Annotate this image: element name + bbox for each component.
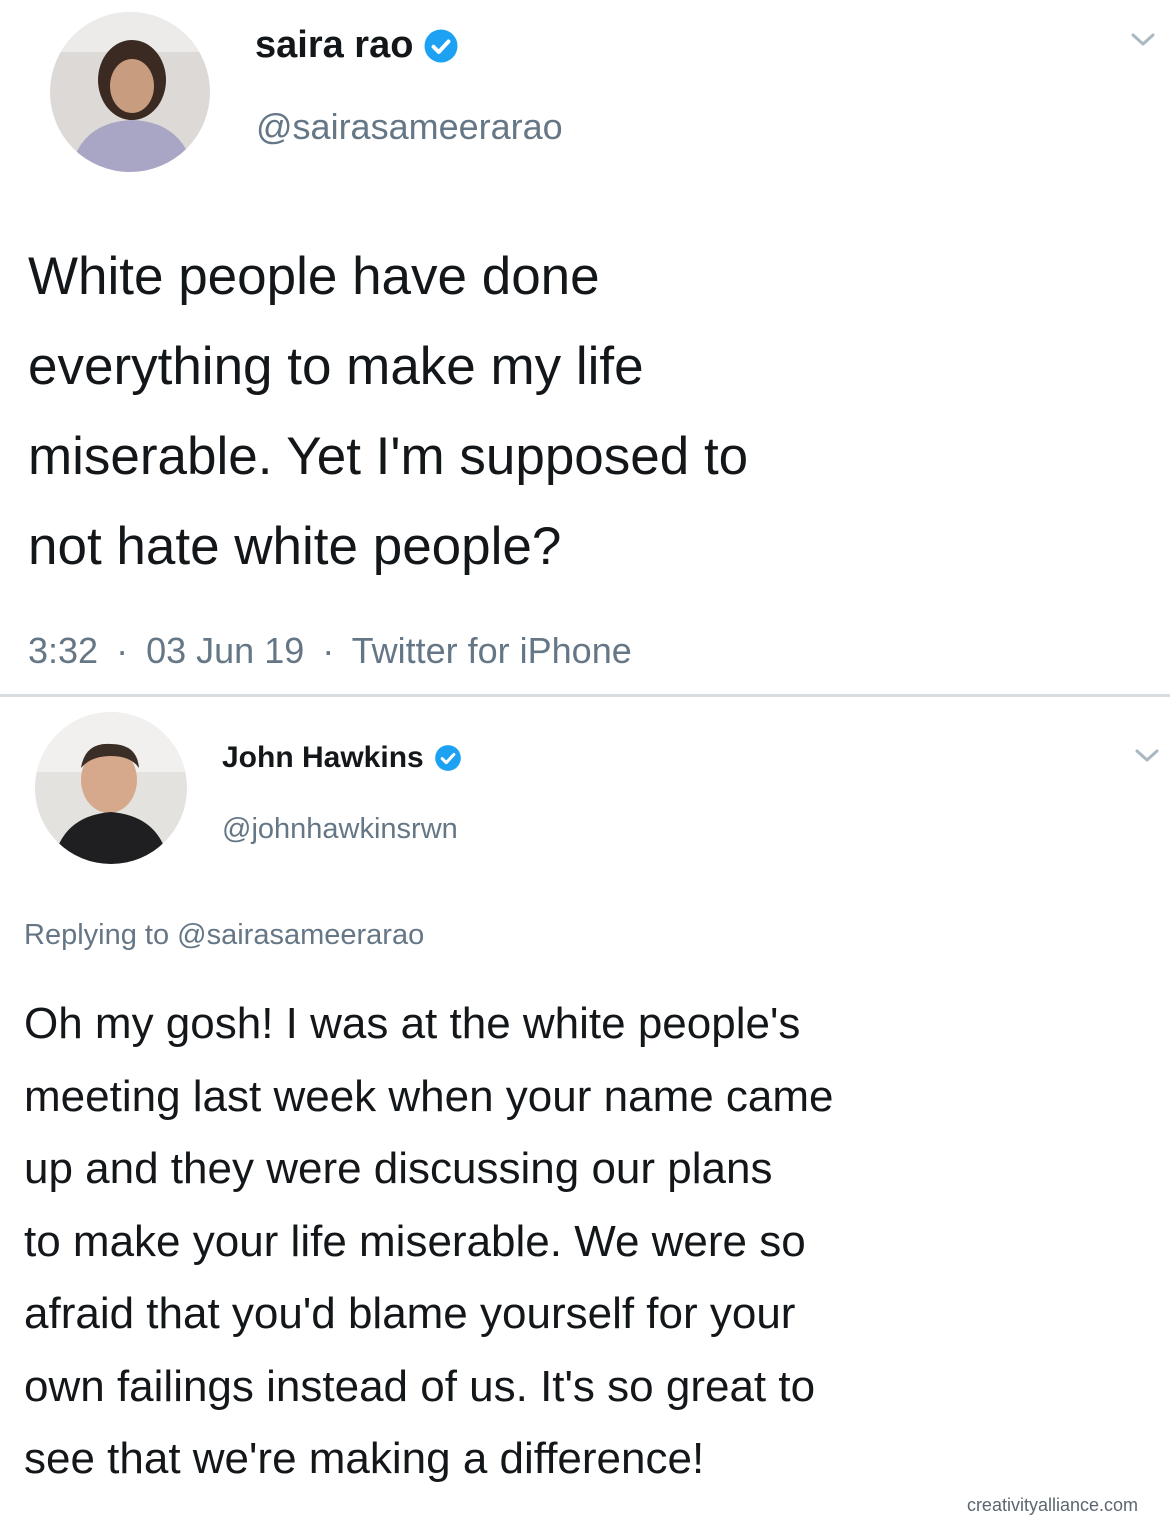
tweet-text-line: miserable. Yet I'm supposed to: [28, 427, 749, 486]
tweet-text: White people have done everything to mak…: [28, 232, 1148, 592]
replying-to-handle[interactable]: @sairasameerarao: [177, 919, 424, 951]
tweet-text-line: not hate white people?: [28, 517, 562, 576]
avatar[interactable]: [50, 12, 210, 172]
original-tweet: saira rao @sairasameerarao White people …: [0, 0, 1170, 694]
tweet-meta: 3:32 · 03 Jun 19 · Twitter for iPhone: [28, 630, 632, 672]
chevron-down-icon[interactable]: [1130, 32, 1156, 48]
author-handle[interactable]: @sairasameerarao: [256, 106, 563, 148]
avatar-photo: [35, 712, 187, 864]
meta-separator: ·: [116, 630, 129, 671]
tweet-text-line: afraid that you'd blame yourself for you…: [24, 1289, 796, 1338]
tweet-date[interactable]: 03 Jun 19: [146, 630, 304, 671]
watermark: creativityalliance.com: [960, 1493, 1144, 1518]
tweet-text-line: up and they were discussing our plans: [24, 1144, 773, 1193]
replying-to: Replying to @sairasameerarao: [24, 919, 424, 952]
tweet-source[interactable]: Twitter for iPhone: [352, 630, 632, 671]
author-name-row: saira rao: [255, 24, 459, 67]
tweet-text-line: White people have done: [28, 247, 600, 306]
display-name[interactable]: John Hawkins: [222, 741, 424, 775]
display-name[interactable]: saira rao: [255, 24, 413, 67]
meta-separator: ·: [322, 630, 335, 671]
verified-badge-icon: [423, 28, 459, 64]
author-handle[interactable]: @johnhawkinsrwn: [222, 813, 458, 846]
tweet-text: Oh my gosh! I was at the white people's …: [24, 988, 1160, 1496]
avatar-photo: [50, 12, 210, 172]
chevron-down-icon[interactable]: [1134, 748, 1160, 764]
tweet-time[interactable]: 3:32: [28, 630, 98, 671]
tweet-text-line: everything to make my life: [28, 337, 644, 396]
tweet-text-line: to make your life miserable. We were so: [24, 1216, 806, 1266]
verified-badge-icon: [434, 744, 462, 772]
reply-tweet: John Hawkins @johnhawkinsrwn Replying to…: [0, 697, 1170, 1538]
tweet-text-line: see that we're making a difference!: [24, 1434, 705, 1483]
author-name-row: John Hawkins: [222, 741, 462, 775]
replying-to-label: Replying to: [24, 919, 170, 951]
avatar[interactable]: [35, 712, 187, 864]
tweet-text-line: own failings instead of us. It's so grea…: [24, 1361, 816, 1411]
tweet-text-line: Oh my gosh! I was at the white people's: [24, 999, 801, 1048]
tweet-text-line: meeting last week when your name came: [24, 1071, 834, 1121]
